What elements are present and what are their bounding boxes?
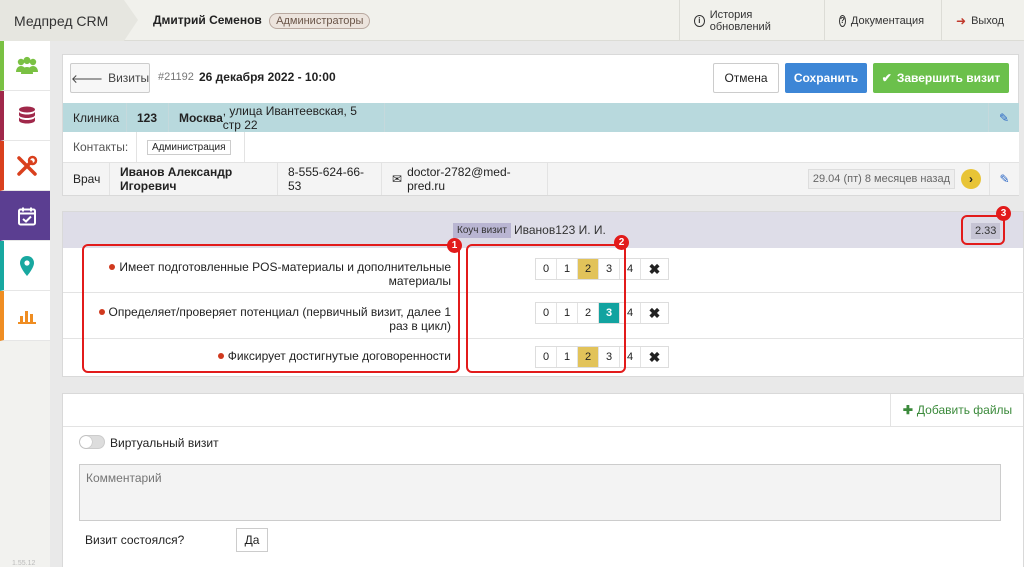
map-pin-icon <box>20 255 34 276</box>
edit-doctor-icon[interactable]: ✎ <box>989 163 1019 195</box>
contacts-label: Контакты: <box>63 132 137 162</box>
annotation-marker-2: 2 <box>614 235 629 250</box>
help-icon: ? <box>839 14 846 27</box>
user-name: Дмитрий Семенов <box>153 13 262 27</box>
edit-clinic-icon[interactable]: ✎ <box>989 111 1019 125</box>
annotation-marker-1: 1 <box>447 238 462 253</box>
save-button[interactable]: Сохранить <box>785 63 867 93</box>
plus-icon: ✚ <box>902 403 913 417</box>
app-version: 1.55.12 <box>12 560 36 567</box>
docs-label: Документация <box>850 14 925 27</box>
calendar-check-icon <box>18 207 36 225</box>
doctor-email-cell[interactable]: ✉ doctor-2782@med-pred.ru <box>382 163 548 195</box>
annotation-box-ratings <box>466 244 626 373</box>
sidebar-item-map[interactable] <box>0 241 50 291</box>
arrow-left-icon: 🡐 <box>70 71 104 86</box>
clinic-street: , улица Ивантеевская, 5 стр 22 <box>222 103 357 132</box>
visit-id: #21192 <box>158 71 194 83</box>
sidebar-item-calendar[interactable] <box>0 191 50 241</box>
docs-link[interactable]: ? Документация <box>824 0 936 41</box>
clinic-label: Клиника <box>63 103 127 132</box>
doctor-phone[interactable]: 8-555-624-66-53 <box>278 163 382 195</box>
history-link[interactable]: i История обновлений <box>679 0 817 41</box>
exit-label: Выход <box>971 14 1004 27</box>
annotation-box-criteria <box>82 244 460 373</box>
clinic-city: Москва <box>179 110 223 125</box>
coach-person: Иванов123 И. И. <box>514 223 606 237</box>
coach-badge: Коуч визит <box>453 223 511 238</box>
history-label: История обновлений <box>709 8 771 33</box>
visit-date: 26 декабря 2022 - 10:00 <box>199 70 336 84</box>
users-icon <box>16 56 38 74</box>
last-visit-info: 29.04 (пт) 8 месяцев назад <box>807 169 955 189</box>
exit-link[interactable]: ➜ Выход <box>941 0 1024 41</box>
contacts-tag[interactable]: Администрация <box>147 139 231 155</box>
clinic-row: Клиника 123 Москва , улица Ивантеевская,… <box>63 103 1019 132</box>
doctor-label: Врач <box>63 163 110 195</box>
contacts-row: Контакты: Администрация <box>63 132 1019 163</box>
top-bar: Медпред CRM Дмитрий Семенов Администрато… <box>0 0 1024 41</box>
visit-took-place-label: Визит состоялся? <box>85 533 185 547</box>
clinic-address[interactable]: Москва , улица Ивантеевская, 5 стр 22 <box>169 103 385 132</box>
add-files-button[interactable]: ✚ Добавить файлы <box>890 394 1024 426</box>
info-icon: i <box>694 14 705 27</box>
envelope-icon: ✉ <box>392 172 403 186</box>
clinic-number: 123 <box>127 103 169 132</box>
finish-label: Завершить визит <box>896 71 1001 85</box>
check-icon: ✔ <box>881 71 892 85</box>
doctor-name[interactable]: Иванов Александр Игоревич <box>110 163 278 195</box>
back-to-visits-button[interactable]: 🡐 Визиты <box>70 63 150 93</box>
sidebar-item-tools[interactable] <box>0 141 50 191</box>
sidebar-item-reports[interactable] <box>0 291 50 341</box>
clear-rating-icon[interactable]: ✖ <box>641 347 668 367</box>
coach-header: Коуч визит Иванов123 И. И. 2.33 <box>63 212 1023 248</box>
database-icon <box>19 106 35 123</box>
role-badge: Администраторы <box>269 13 371 29</box>
current-user: Дмитрий Семенов Администраторы <box>153 13 371 29</box>
bar-chart-icon <box>18 310 36 324</box>
sign-out-icon: ➜ <box>956 13 967 28</box>
visit-header-card: 🡐 Визиты #21192 26 декабря 2022 - 10:00 … <box>62 54 1019 196</box>
doctor-row: Врач Иванов Александр Игоревич 8-555-624… <box>63 163 1019 195</box>
annotation-marker-3: 3 <box>996 206 1011 221</box>
visit-form-card: ✚ Добавить файлы Виртуальный визит Визит… <box>62 393 1024 567</box>
finish-visit-button[interactable]: ✔ Завершить визит <box>873 63 1009 93</box>
add-files-label: Добавить файлы <box>916 403 1013 417</box>
visit-took-place-select[interactable]: Да <box>236 528 268 552</box>
contacts-tag-cell: Администрация <box>137 132 245 162</box>
doctor-email: doctor-2782@med-pred.ru <box>407 165 511 193</box>
brand-logo[interactable]: Медпред CRM <box>0 0 138 41</box>
chevron-right-icon[interactable]: › <box>961 169 981 189</box>
sidebar: 1.55.12 <box>0 41 50 567</box>
back-label: Визиты <box>108 71 150 85</box>
comment-field[interactable] <box>79 464 1001 521</box>
virtual-visit-label: Виртуальный визит <box>110 436 219 450</box>
cancel-button[interactable]: Отмена <box>713 63 779 93</box>
clear-rating-icon[interactable]: ✖ <box>641 259 668 279</box>
sidebar-item-database[interactable] <box>0 91 50 141</box>
sidebar-item-users[interactable] <box>0 41 50 91</box>
tools-icon <box>17 155 38 176</box>
clear-rating-icon[interactable]: ✖ <box>641 303 668 323</box>
virtual-visit-toggle[interactable] <box>79 435 105 449</box>
